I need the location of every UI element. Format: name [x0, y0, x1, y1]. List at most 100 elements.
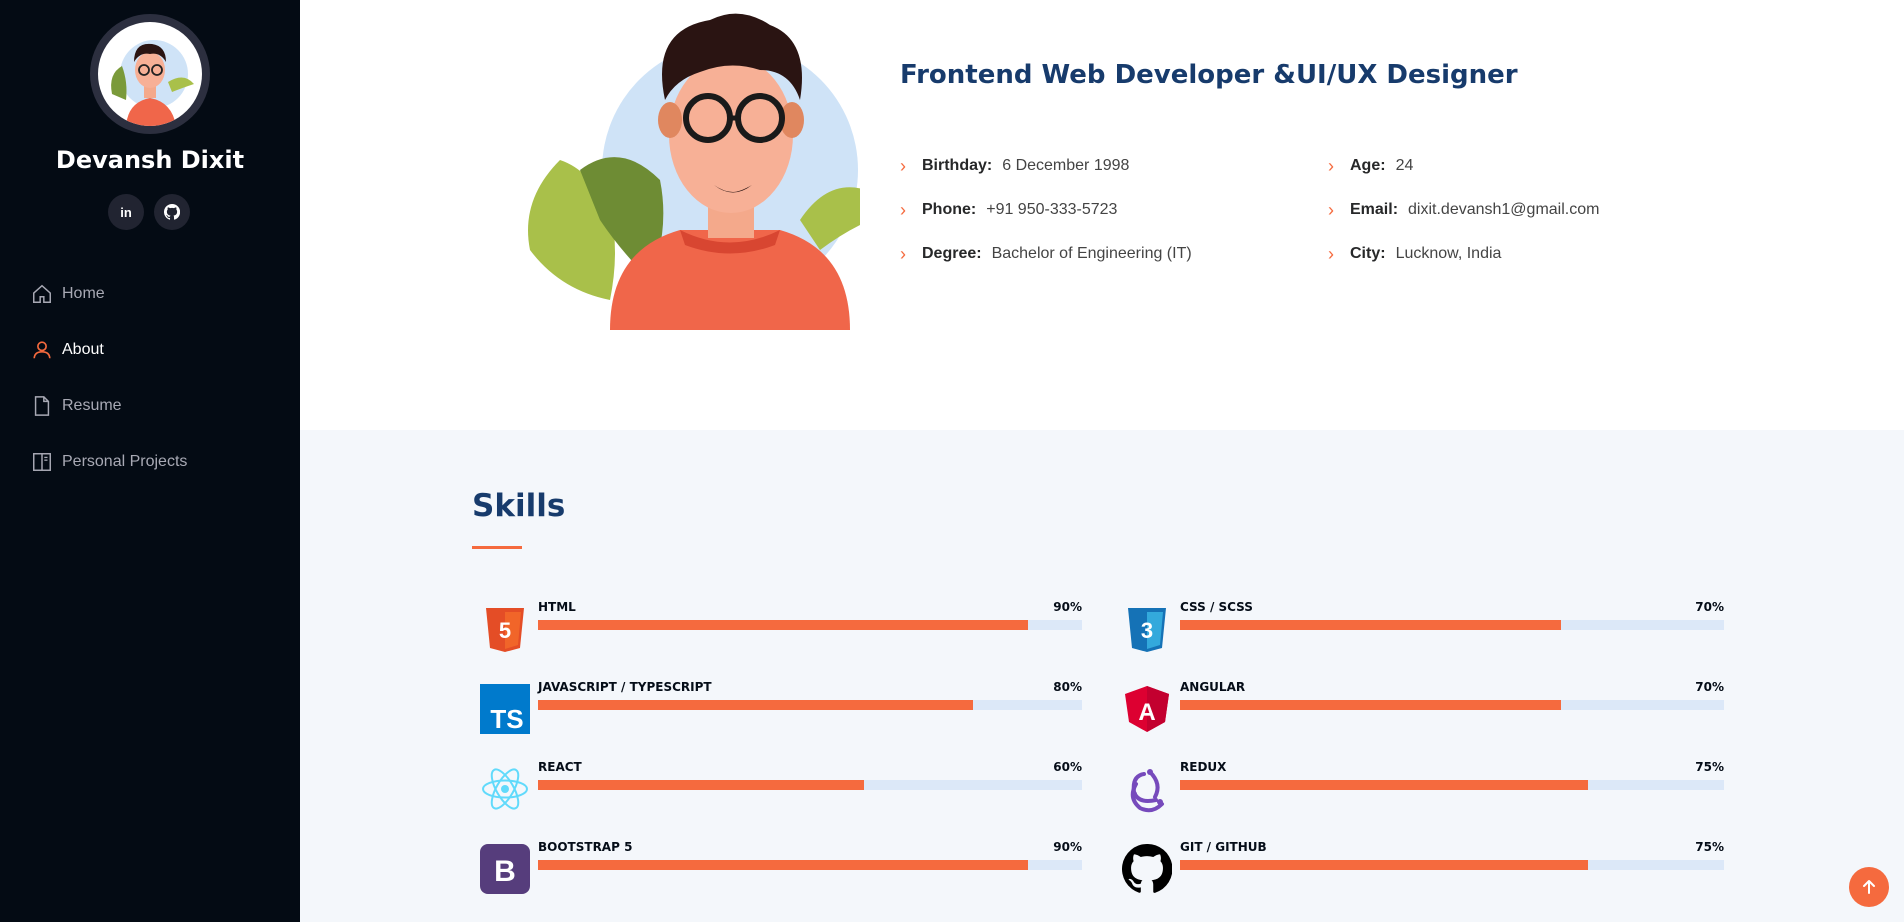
sidebar: Devansh Dixit in Home About Resume Perso… [0, 0, 300, 922]
github-icon [1122, 844, 1172, 893]
progress-fill [538, 780, 865, 790]
back-to-top-button[interactable] [1849, 867, 1889, 907]
nav-item-about[interactable]: About [30, 322, 187, 378]
info-degree: › Degree: Bachelor of Engineering (IT) [900, 232, 1320, 276]
svg-text:5: 5 [499, 618, 511, 643]
chevron-right-icon: › [1328, 155, 1334, 176]
skill-javascript: TS JAVASCRIPT / TYPESCRIPT 80% [472, 680, 1092, 740]
html5-icon: 5 [486, 608, 524, 652]
skill-name: CSS / SCSS [1180, 600, 1253, 614]
info-list-left: › Birthday: 6 December 1998 › Phone: +91… [900, 144, 1320, 276]
skill-name: HTML [538, 600, 576, 614]
nav-item-resume[interactable]: Resume [30, 378, 187, 434]
info-label: Email: [1350, 201, 1399, 218]
chevron-right-icon: › [1328, 243, 1334, 264]
linkedin-icon: in [120, 204, 132, 220]
progress-track [1180, 780, 1724, 790]
arrow-up-icon [1863, 880, 1875, 894]
skill-percent: 90% [1053, 840, 1082, 854]
typescript-icon: TS [480, 684, 530, 734]
progress-fill [538, 700, 974, 710]
linkedin-link[interactable]: in [108, 194, 144, 230]
social-links: in [108, 194, 190, 230]
nav-label: Resume [62, 397, 122, 414]
title-underline [472, 546, 522, 549]
bootstrap-icon: B [480, 844, 530, 894]
info-label: Phone: [922, 201, 977, 218]
progress-fill [1180, 780, 1588, 790]
file-icon [30, 394, 54, 418]
main-nav: Home About Resume Personal Projects [30, 266, 187, 490]
react-icon [482, 768, 528, 810]
chevron-right-icon: › [900, 199, 906, 220]
progress-fill [1180, 700, 1561, 710]
section-title: Skills [472, 488, 566, 524]
job-title: Frontend Web Developer &UI/UX Designer [900, 60, 1518, 90]
skill-react: REACT 60% [472, 760, 1092, 820]
skill-percent: 75% [1695, 760, 1724, 774]
progress-track [1180, 860, 1724, 870]
skill-html: 5 HTML 90% [472, 600, 1092, 660]
skill-percent: 70% [1695, 680, 1724, 694]
skill-git: GIT / GITHUB 75% [1114, 840, 1734, 900]
github-icon [164, 204, 180, 220]
info-value: 6 December 1998 [1002, 157, 1130, 174]
skill-percent: 60% [1053, 760, 1082, 774]
skill-percent: 80% [1053, 680, 1082, 694]
skill-name: REDUX [1180, 760, 1227, 774]
github-link[interactable] [154, 194, 190, 230]
skill-percent: 75% [1695, 840, 1724, 854]
nav-label: Home [62, 285, 105, 302]
skill-angular: A ANGULAR 70% [1114, 680, 1734, 740]
skill-name: ANGULAR [1180, 680, 1246, 694]
progress-fill [1180, 860, 1588, 870]
info-label: City: [1350, 245, 1386, 262]
skill-name: BOOTSTRAP 5 [538, 840, 633, 854]
skills-section: Skills 5 HTML 90% 3 CSS / SCSS 70% TS JA… [300, 430, 1904, 922]
info-value: dixit.devansh1@gmail.com [1408, 201, 1600, 218]
svg-text:3: 3 [1141, 618, 1153, 643]
info-value: Lucknow, India [1395, 245, 1502, 262]
info-email: › Email: dixit.devansh1@gmail.com [1328, 188, 1748, 232]
info-birthday: › Birthday: 6 December 1998 [900, 144, 1320, 188]
skill-percent: 70% [1695, 600, 1724, 614]
skill-name: GIT / GITHUB [1180, 840, 1267, 854]
nav-item-home[interactable]: Home [30, 266, 187, 322]
progress-fill [538, 860, 1028, 870]
info-city: › City: Lucknow, India [1328, 232, 1748, 276]
info-label: Birthday: [922, 157, 993, 174]
person-icon [30, 338, 54, 362]
progress-fill [1180, 620, 1561, 630]
svg-text:A: A [1138, 699, 1155, 726]
angular-icon: A [1125, 686, 1169, 732]
skill-css: 3 CSS / SCSS 70% [1114, 600, 1734, 660]
info-label: Age: [1350, 157, 1386, 174]
info-list-right: › Age: 24 › Email: dixit.devansh1@gmail.… [1328, 144, 1748, 276]
info-value: +91 950-333-5723 [986, 201, 1118, 218]
skill-percent: 90% [1053, 600, 1082, 614]
redux-icon [1130, 769, 1164, 813]
profile-name: Devansh Dixit [55, 146, 245, 174]
nav-label: Personal Projects [62, 453, 188, 470]
progress-track [538, 700, 1082, 710]
avatar [90, 14, 210, 134]
nav-label: About [62, 341, 104, 358]
progress-track [1180, 620, 1724, 630]
progress-fill [538, 620, 1028, 630]
progress-track [538, 780, 1082, 790]
progress-track [1180, 700, 1724, 710]
skill-redux: REDUX 75% [1114, 760, 1734, 820]
skill-bootstrap: B BOOTSTRAP 5 90% [472, 840, 1092, 900]
skill-name: JAVASCRIPT / TYPESCRIPT [538, 680, 712, 694]
progress-track [538, 860, 1082, 870]
info-age: › Age: 24 [1328, 144, 1748, 188]
book-icon [30, 450, 54, 474]
info-label: Degree: [922, 245, 982, 262]
home-icon [30, 282, 54, 306]
nav-item-personal-projects[interactable]: Personal Projects [30, 434, 187, 490]
chevron-right-icon: › [900, 155, 906, 176]
chevron-right-icon: › [900, 243, 906, 264]
chevron-right-icon: › [1328, 199, 1334, 220]
progress-track [538, 620, 1082, 630]
skill-name: REACT [538, 760, 582, 774]
